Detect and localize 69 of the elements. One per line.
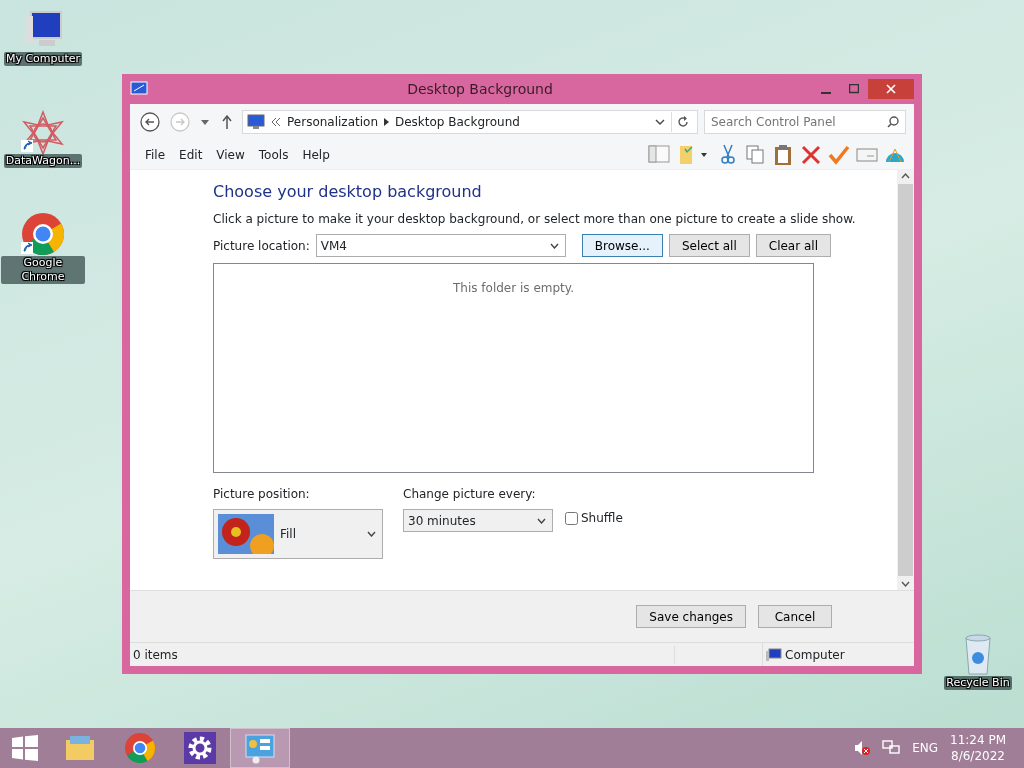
separator-arrow-icon [384, 118, 389, 126]
menu-item[interactable]: Edit [172, 145, 210, 164]
icon-label[interactable]: Recycle Bin [944, 676, 1012, 690]
clipboard-icon[interactable] [772, 143, 794, 166]
muted-speaker-icon[interactable] [854, 740, 871, 756]
dropdown-caret-icon [549, 242, 559, 249]
x-mark-icon[interactable] [800, 143, 822, 166]
control-panel-icon [247, 114, 265, 130]
checkbox-label[interactable]: Shuffle [581, 509, 623, 527]
maximize-icon [849, 84, 859, 94]
search-field[interactable]: Search Control Panel [704, 110, 906, 134]
status-zone: Computer [785, 646, 845, 664]
scrollbar[interactable] [897, 170, 914, 590]
network-icon[interactable] [882, 740, 901, 756]
gear-icon [184, 732, 216, 764]
breadcrumb-item[interactable]: Desktop Background [395, 113, 520, 131]
field-label: Picture location: [213, 237, 310, 255]
caret-icon [201, 119, 209, 125]
icon-label[interactable]: DataWagon... [3, 154, 83, 168]
control-panel-icon [130, 81, 148, 97]
location-dropdown[interactable]: VM4 [315, 234, 566, 257]
control-panel-icon [244, 732, 276, 764]
empty-folder-message: This folder is empty. [213, 263, 814, 473]
forward-icon [170, 112, 190, 132]
shuffle-checkbox[interactable] [565, 511, 578, 525]
menu-item[interactable]: File [138, 145, 173, 164]
window-title: Desktop Background [406, 79, 554, 99]
menu-item[interactable]: Tools [251, 145, 296, 164]
layout-pane-icon[interactable] [648, 143, 670, 166]
interval-dropdown[interactable]: 30 minutes [403, 509, 553, 532]
language-indicator[interactable]: ENG [912, 739, 938, 757]
back-icon [140, 112, 160, 132]
flower-photo-placeholder [218, 514, 274, 554]
position-dropdown[interactable]: Fill [213, 509, 383, 559]
action-button[interactable]: Browse... [581, 234, 663, 257]
star-emblem-icon[interactable] [21, 110, 65, 154]
chrome-icon[interactable] [21, 212, 65, 256]
chrome-icon [124, 732, 156, 764]
dropdown-caret-icon[interactable] [655, 118, 665, 126]
status-text: 0 items [133, 647, 178, 662]
close-icon [886, 84, 896, 94]
refresh-icon [676, 116, 689, 128]
search-icon [887, 116, 899, 128]
copy-icon[interactable] [744, 143, 766, 166]
field-label: Change picture every: [403, 486, 537, 503]
windows-logo-icon [12, 735, 38, 761]
clock[interactable]: 11:24 PM 8/6/2022 [950, 731, 1006, 765]
close-button[interactable] [868, 79, 914, 99]
icon-label[interactable]: My Computer [3, 52, 83, 66]
checkmark-icon[interactable] [828, 143, 850, 166]
dropdown-caret-icon [367, 531, 376, 537]
description-text: Click a picture to make it your desktop background, or select more than one picture to create a slide show. [213, 211, 857, 228]
action-button[interactable]: Clear all [755, 234, 831, 257]
page-heading: Choose your desktop background [213, 181, 483, 203]
up-arrow-icon [222, 115, 232, 129]
computer-icon [766, 647, 782, 662]
dialog-button[interactable]: Cancel [758, 605, 832, 628]
action-button[interactable]: Select all [668, 234, 750, 257]
minimize-icon [821, 92, 831, 94]
address-bar[interactable]: Personalization Desktop Background [242, 110, 698, 134]
menu-item[interactable]: Help [295, 145, 337, 164]
breadcrumb-item[interactable]: Personalization [287, 113, 378, 131]
dialog-button[interactable]: Save changes [636, 605, 746, 628]
chevrons-icon [271, 118, 281, 126]
menu-item[interactable]: View [209, 145, 252, 164]
dropdown-caret-icon [537, 517, 546, 524]
field-label: Picture position: [213, 486, 311, 503]
back-button[interactable] [138, 112, 162, 132]
icon-label[interactable]: Google Chrome [1, 256, 85, 284]
